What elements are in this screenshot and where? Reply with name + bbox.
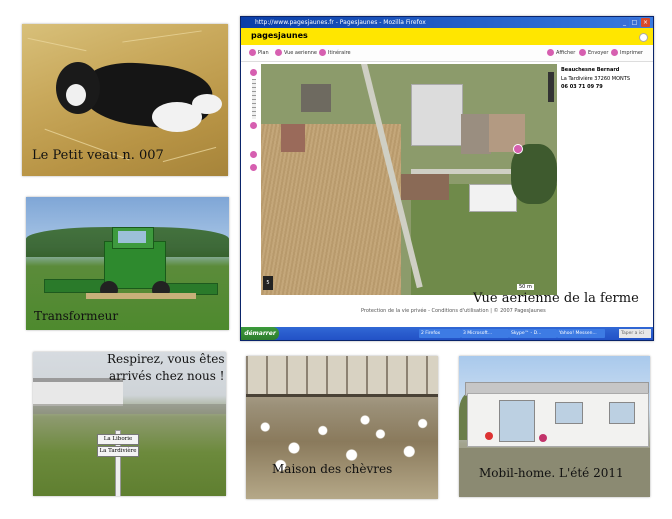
zoom-in-icon[interactable] (250, 69, 257, 76)
taskbar-clock[interactable]: Taper a ici (619, 329, 651, 338)
listing-panel: Beauchesne Bernard La Tardivière 37260 M… (561, 67, 647, 90)
taskbar-item[interactable]: 3 Microsoft... (461, 329, 509, 338)
zoom-out-icon[interactable] (250, 122, 257, 129)
tool-send[interactable]: Envoyer (579, 49, 608, 56)
taskbar: démarrer 2 Firefox 3 Microsoft... Skype™… (241, 327, 653, 340)
tractor-caption: Transformeur (34, 309, 119, 323)
plan-icon (249, 49, 256, 56)
listing-address: La Tardivière 37260 MONTS (561, 76, 631, 82)
header-icon[interactable] (639, 33, 648, 42)
farm-caption: Vue aerienne de la ferme (473, 291, 639, 306)
goats-photo: Maison des chèvres (246, 356, 438, 499)
mower-left (44, 279, 106, 293)
minimize-icon[interactable]: _ (620, 18, 629, 27)
map-scale: 50 m (517, 284, 534, 290)
tractor-photo: Transformeur (26, 197, 229, 330)
tool-plan[interactable]: Plan (249, 49, 269, 56)
taskbar-item[interactable]: 2 Firefox (419, 329, 461, 338)
tool-route[interactable]: Itinéraire (319, 49, 351, 56)
listing-phone: 06 03 71 09 79 (561, 84, 603, 90)
listing-name[interactable]: Beauchesne Bernard (561, 67, 647, 73)
aerial-map[interactable]: 50 m 5 (261, 64, 557, 295)
tool-show[interactable]: Afficher (547, 49, 575, 56)
browser-title: http://www.pagesjaunes.fr - PagesJaunes … (255, 19, 426, 26)
start-button[interactable]: démarrer (241, 327, 279, 340)
tool-print[interactable]: Imprimer (611, 49, 643, 56)
browser-titlebar: http://www.pagesjaunes.fr - PagesJaunes … (241, 17, 653, 28)
tool-aerial[interactable]: Vue aerienne (275, 49, 317, 56)
map-compass-icon (548, 72, 554, 102)
taskbar-item[interactable]: Yahoo! Messen... (557, 329, 605, 338)
taskbar-item[interactable]: Skype™ - D... (509, 329, 557, 338)
mobilhome-caption: Mobil-home. L'été 2011 (479, 466, 624, 480)
calf-photo: Le Petit veau n. 007 (22, 24, 228, 176)
pan-icon[interactable] (250, 151, 257, 158)
sign-board-1: La Liborie (97, 434, 139, 445)
welcome-caption-line1: Respirez, vous êtes (107, 352, 225, 366)
print-icon (611, 49, 618, 56)
building-main (411, 84, 463, 146)
show-icon (547, 49, 554, 56)
sign-photo: La Liborie La Tardivière Respirez, vous … (33, 352, 226, 496)
route-icon (319, 49, 326, 56)
goats-caption: Maison des chèvres (272, 462, 393, 476)
page-footer[interactable]: Protection de la vie privée - Conditions… (361, 308, 546, 314)
send-icon (579, 49, 586, 56)
maximize-icon[interactable]: □ (630, 18, 639, 27)
sign-board-2: La Tardivière (97, 446, 139, 457)
map-logo-icon: 5 (263, 276, 273, 290)
locate-icon[interactable] (250, 164, 257, 171)
map-toolbar: Plan Vue aerienne Itinéraire Afficher En… (241, 45, 653, 62)
calf-caption: Le Petit veau n. 007 (32, 148, 164, 163)
map-marker-icon[interactable] (513, 144, 523, 154)
zoom-control[interactable] (250, 69, 258, 171)
close-icon[interactable]: × (641, 18, 650, 27)
mobilhome-photo: Mobil-home. L'été 2011 (459, 356, 650, 497)
welcome-caption-line2: arrivés chez nous ! (109, 369, 225, 383)
pagesjaunes-logo[interactable]: pagesjaunes (251, 31, 308, 40)
browser-screenshot: http://www.pagesjaunes.fr - PagesJaunes … (240, 16, 654, 341)
aerial-icon (275, 49, 282, 56)
